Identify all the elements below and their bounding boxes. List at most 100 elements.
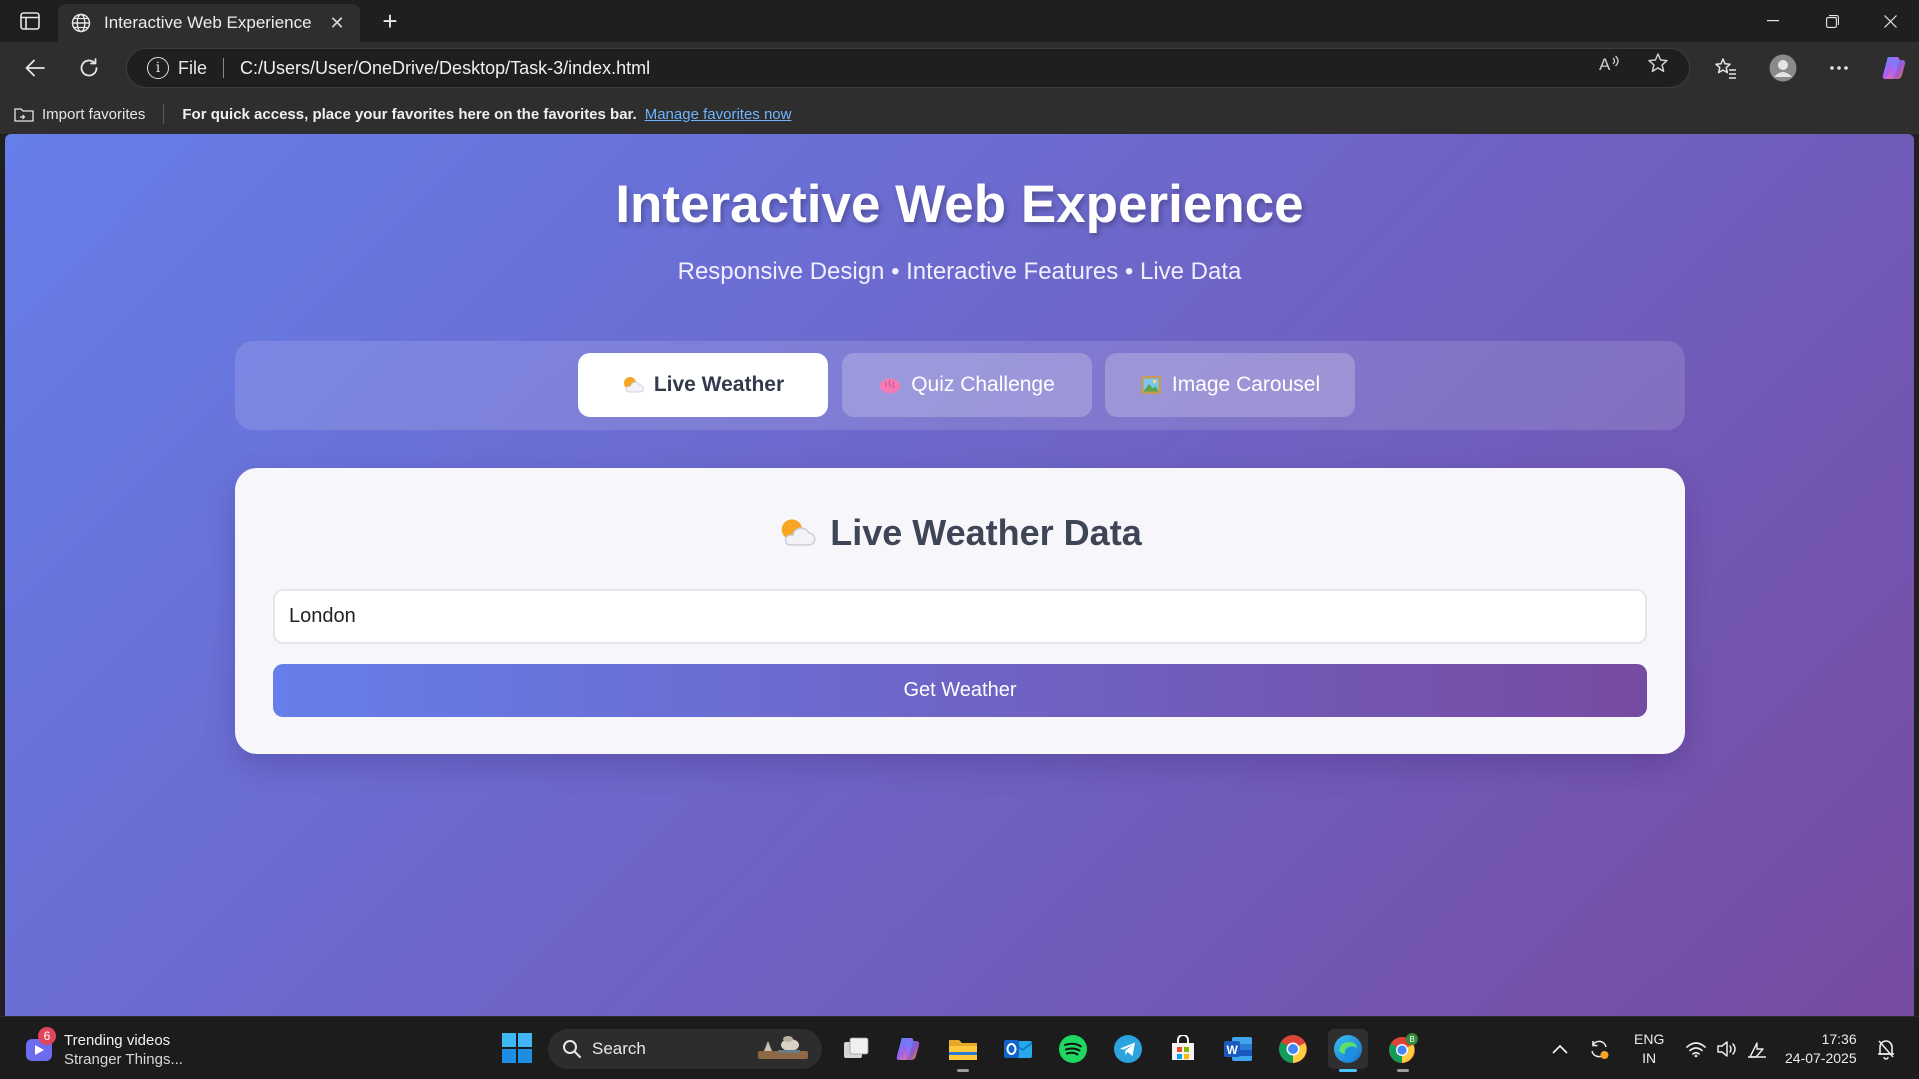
widget-title: Trending videos	[64, 1032, 171, 1049]
profile-button[interactable]	[1766, 52, 1800, 84]
windows-logo-icon	[502, 1033, 532, 1063]
telegram-icon	[1114, 1035, 1142, 1063]
svg-text:W: W	[1227, 1043, 1239, 1057]
search-icon	[563, 1040, 581, 1058]
back-button[interactable]	[18, 52, 52, 84]
sync-status-button[interactable]	[1588, 1017, 1610, 1079]
language-line-2: IN	[1642, 1049, 1657, 1066]
folder-icon	[949, 1040, 977, 1060]
weather-card-heading: Live Weather Data	[235, 512, 1685, 554]
widgets-button[interactable]: 6 Trending videos Stranger Things...	[24, 1027, 183, 1069]
outlook-icon	[1004, 1040, 1033, 1058]
restore-button[interactable]	[1803, 0, 1861, 42]
taskbar: 6 Trending videos Stranger Things... Sea…	[0, 1016, 1919, 1079]
tab-quiz-challenge-label: Quiz Challenge	[911, 373, 1055, 396]
city-input[interactable]	[273, 589, 1647, 644]
folder-import-icon	[14, 108, 34, 122]
get-weather-button[interactable]: Get Weather	[273, 664, 1647, 717]
wifi-icon	[1686, 1041, 1706, 1057]
search-highlight-icon	[758, 1036, 808, 1059]
start-button[interactable]	[500, 1031, 534, 1065]
copilot-button[interactable]	[1877, 52, 1911, 84]
browser-toolbar: i File C:/Users/User/OneDrive/Desktop/Ta…	[0, 42, 1919, 94]
file-explorer-button[interactable]	[943, 1029, 983, 1072]
read-aloud-icon[interactable]: A	[1596, 50, 1622, 76]
back-arrow-icon	[25, 59, 45, 77]
outlook-button[interactable]	[998, 1029, 1038, 1069]
chrome-button[interactable]	[1273, 1029, 1313, 1069]
tab-quiz-challenge[interactable]: Quiz Challenge	[842, 353, 1092, 417]
widgets-icon: 6	[24, 1027, 56, 1065]
volume-button[interactable]	[1716, 1017, 1738, 1079]
word-button[interactable]: W	[1218, 1029, 1258, 1069]
telegram-button[interactable]	[1108, 1029, 1148, 1069]
input-language-button[interactable]: ENG IN	[1634, 1017, 1664, 1079]
task-view-button[interactable]	[836, 1029, 876, 1069]
microsoft-store-button[interactable]	[1163, 1029, 1203, 1069]
edge-button[interactable]	[1328, 1029, 1368, 1072]
taskbar-search[interactable]: Search	[548, 1029, 822, 1069]
favorites-list-icon	[1715, 58, 1736, 79]
new-tab-button[interactable]: +	[375, 6, 405, 36]
page-viewport: Interactive Web Experience Responsive De…	[5, 134, 1914, 1016]
page-title: Interactive Web Experience	[615, 175, 1304, 234]
globe-icon	[70, 12, 92, 34]
feature-tabs: Live Weather Quiz Challenge Image Carous…	[235, 341, 1685, 430]
favorites-bar: Import favorites For quick access, place…	[0, 94, 1919, 134]
tab-actions-button[interactable]	[12, 9, 48, 33]
battery-button[interactable]	[1746, 1017, 1768, 1079]
search-label: Search	[592, 1039, 646, 1058]
favorites-button[interactable]	[1709, 52, 1743, 84]
sun-behind-cloud-icon	[622, 375, 644, 395]
chrome-icon	[1279, 1035, 1307, 1063]
close-window-button[interactable]	[1861, 0, 1919, 42]
svg-text:A: A	[1599, 55, 1611, 73]
weather-heading-text: Live Weather Data	[830, 512, 1142, 553]
widgets-badge: 6	[38, 1027, 56, 1045]
widget-subtitle: Stranger Things...	[64, 1051, 183, 1068]
show-hidden-icons-button[interactable]	[1552, 1017, 1568, 1079]
address-url[interactable]: C:/Users/User/OneDrive/Desktop/Task-3/in…	[240, 58, 650, 79]
word-icon: W	[1224, 1037, 1252, 1061]
clock-date: 24-07-2025	[1785, 1049, 1857, 1066]
framed-picture-icon	[1140, 375, 1162, 395]
refresh-button[interactable]	[72, 52, 106, 84]
clock-button[interactable]: 17:36 24-07-2025	[1785, 1017, 1857, 1079]
chrome-profile-button[interactable]: B	[1383, 1029, 1423, 1072]
address-scheme: File	[178, 57, 208, 78]
network-button[interactable]	[1685, 1017, 1707, 1079]
tab-live-weather-label: Live Weather	[653, 373, 785, 396]
running-indicator	[1397, 1069, 1409, 1072]
weather-card: Live Weather Data Get Weather	[235, 468, 1685, 754]
import-favorites-label: Import favorites	[42, 105, 146, 123]
minimize-button[interactable]	[1744, 0, 1802, 42]
manage-favorites-link[interactable]: Manage favorites now	[645, 106, 792, 123]
browser-tab[interactable]: Interactive Web Experience ✕	[58, 4, 360, 42]
site-info-icon[interactable]: i	[147, 57, 169, 79]
refresh-icon	[80, 58, 98, 77]
spotify-button[interactable]	[1053, 1029, 1093, 1069]
more-options-button[interactable]	[1822, 52, 1856, 84]
clock-time: 17:36	[1821, 1030, 1857, 1047]
task-view-icon	[844, 1037, 869, 1058]
tab-actions-icon	[20, 12, 40, 30]
tab-image-carousel[interactable]: Image Carousel	[1105, 353, 1355, 417]
notifications-button[interactable]	[1876, 1017, 1896, 1079]
favorite-star-icon[interactable]	[1645, 50, 1671, 76]
address-bar[interactable]: i File C:/Users/User/OneDrive/Desktop/Ta…	[126, 48, 1690, 88]
running-indicator	[957, 1069, 969, 1072]
store-icon	[1172, 1035, 1194, 1060]
running-indicator	[1339, 1069, 1357, 1072]
sun-behind-cloud-icon	[778, 516, 816, 550]
copilot-app-button[interactable]	[888, 1029, 928, 1069]
tab-live-weather[interactable]: Live Weather	[578, 353, 828, 417]
bell-icon	[1878, 1039, 1894, 1060]
tab-close-icon[interactable]: ✕	[326, 12, 348, 34]
copilot-icon	[1882, 57, 1906, 79]
import-favorites-button[interactable]: Import favorites	[14, 106, 145, 123]
chrome-profile-icon: B	[1389, 1033, 1418, 1063]
brain-icon	[879, 376, 901, 394]
copilot-icon	[896, 1038, 920, 1060]
battery-charging-icon	[1748, 1041, 1766, 1058]
browser-title-bar: Interactive Web Experience ✕ +	[0, 0, 1919, 42]
